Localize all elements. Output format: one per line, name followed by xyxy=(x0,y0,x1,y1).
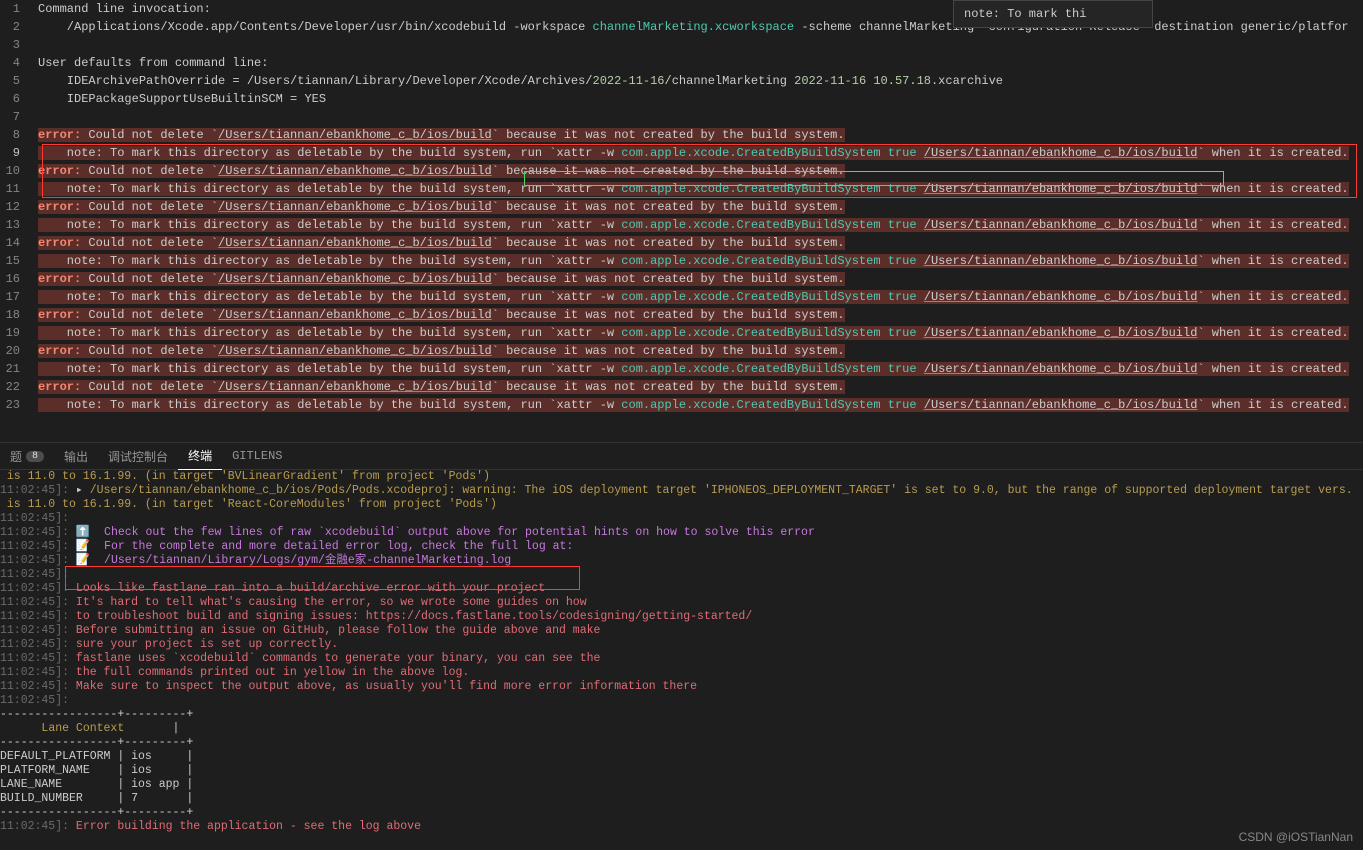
code-line[interactable]: note: To mark this directory as deletabl… xyxy=(38,288,1363,306)
terminal-line[interactable]: -----------------+---------+ xyxy=(0,708,1363,722)
terminal-line[interactable]: 11:02:45]: to troubleshoot build and sig… xyxy=(0,610,1363,624)
terminal-line[interactable]: Lane Context | xyxy=(0,722,1363,736)
line-number: 16 xyxy=(0,270,20,288)
tab-output[interactable]: 输出 xyxy=(54,442,98,470)
code-line[interactable]: note: To mark this directory as deletabl… xyxy=(38,396,1363,414)
line-number: 18 xyxy=(0,306,20,324)
terminal-line[interactable]: PLATFORM_NAME | ios | xyxy=(0,764,1363,778)
terminal-line[interactable]: -----------------+---------+ xyxy=(0,736,1363,750)
line-number: 15 xyxy=(0,252,20,270)
terminal-line[interactable]: BUILD_NUMBER | 7 | xyxy=(0,792,1363,806)
line-number: 22 xyxy=(0,378,20,396)
code-line[interactable]: note: To mark this directory as deletabl… xyxy=(38,360,1363,378)
hover-tooltip: note: To mark thi xyxy=(953,0,1153,28)
editor-pane[interactable]: 1234567891011121314151617181920212223 Co… xyxy=(0,0,1363,442)
code-line[interactable]: error: Could not delete `/Users/tiannan/… xyxy=(38,342,1363,360)
line-number: 7 xyxy=(0,108,20,126)
line-number: 4 xyxy=(0,54,20,72)
tab-problems[interactable]: 题8 xyxy=(0,442,54,470)
terminal-line[interactable]: 11:02:45]: fastlane uses `xcodebuild` co… xyxy=(0,652,1363,666)
code-line[interactable]: note: To mark this directory as deletabl… xyxy=(38,180,1363,198)
line-number: 12 xyxy=(0,198,20,216)
line-number: 14 xyxy=(0,234,20,252)
code-line[interactable]: note: To mark this directory as deletabl… xyxy=(38,144,1363,162)
terminal-line[interactable]: 11:02:45]: xyxy=(0,694,1363,708)
code-line[interactable]: error: Could not delete `/Users/tiannan/… xyxy=(38,270,1363,288)
panel-tabbar: 题8 输出 调试控制台 终端 GITLENS xyxy=(0,442,1363,470)
terminal-line[interactable]: 11:02:45]: 📝 /Users/tiannan/Library/Logs… xyxy=(0,554,1363,568)
line-numbers-gutter: 1234567891011121314151617181920212223 xyxy=(0,0,38,414)
line-number: 21 xyxy=(0,360,20,378)
tab-debug-console[interactable]: 调试控制台 xyxy=(98,442,178,470)
code-line[interactable]: error: Could not delete `/Users/tiannan/… xyxy=(38,234,1363,252)
line-number: 10 xyxy=(0,162,20,180)
terminal-line[interactable]: 11:02:45]: xyxy=(0,512,1363,526)
code-line[interactable]: IDEPackageSupportUseBuiltinSCM = YES xyxy=(38,90,1363,108)
tab-gitlens[interactable]: GITLENS xyxy=(222,442,292,470)
code-line[interactable]: IDEArchivePathOverride = /Users/tiannan/… xyxy=(38,72,1363,90)
line-number: 23 xyxy=(0,396,20,414)
watermark: CSDN @iOSTianNan xyxy=(1239,830,1353,844)
terminal-line[interactable]: 11:02:45]: the full commands printed out… xyxy=(0,666,1363,680)
line-number: 2 xyxy=(0,18,20,36)
tab-terminal[interactable]: 终端 xyxy=(178,442,222,470)
code-line[interactable]: note: To mark this directory as deletabl… xyxy=(38,252,1363,270)
terminal-line[interactable]: 11:02:45]: Before submitting an issue on… xyxy=(0,624,1363,638)
terminal-line[interactable]: 11:02:45]: sure your project is set up c… xyxy=(0,638,1363,652)
code-line[interactable]: error: Could not delete `/Users/tiannan/… xyxy=(38,306,1363,324)
line-number: 19 xyxy=(0,324,20,342)
terminal-line[interactable]: 11:02:45]: ⬆️ Check out the few lines of… xyxy=(0,526,1363,540)
problems-badge: 8 xyxy=(26,451,44,462)
terminal-pane[interactable]: is 11.0 to 16.1.99. (in target 'BVLinear… xyxy=(0,470,1363,850)
line-number: 9 xyxy=(0,144,20,162)
code-line[interactable] xyxy=(38,36,1363,54)
code-line[interactable]: User defaults from command line: xyxy=(38,54,1363,72)
terminal-line[interactable]: is 11.0 to 16.1.99. (in target 'BVLinear… xyxy=(0,470,1363,484)
code-line[interactable]: error: Could not delete `/Users/tiannan/… xyxy=(38,126,1363,144)
code-line[interactable]: error: Could not delete `/Users/tiannan/… xyxy=(38,162,1363,180)
terminal-line[interactable]: DEFAULT_PLATFORM | ios | xyxy=(0,750,1363,764)
line-number: 3 xyxy=(0,36,20,54)
line-number: 1 xyxy=(0,0,20,18)
terminal-line[interactable]: 11:02:45]: 📝 For the complete and more d… xyxy=(0,540,1363,554)
code-content[interactable]: Command line invocation: /Applications/X… xyxy=(38,0,1363,414)
line-number: 6 xyxy=(0,90,20,108)
terminal-line[interactable]: is 11.0 to 16.1.99. (in target 'React-Co… xyxy=(0,498,1363,512)
terminal-line[interactable]: 11:02:45]: Error building the applicatio… xyxy=(0,820,1363,834)
terminal-line[interactable]: 11:02:45]: Make sure to inspect the outp… xyxy=(0,680,1363,694)
code-line[interactable]: note: To mark this directory as deletabl… xyxy=(38,216,1363,234)
line-number: 20 xyxy=(0,342,20,360)
terminal-line[interactable]: 11:02:45]: xyxy=(0,568,1363,582)
line-number: 11 xyxy=(0,180,20,198)
terminal-line[interactable]: LANE_NAME | ios app | xyxy=(0,778,1363,792)
line-number: 5 xyxy=(0,72,20,90)
terminal-line[interactable]: 11:02:45]: Looks like fastlane ran into … xyxy=(0,582,1363,596)
code-line[interactable]: error: Could not delete `/Users/tiannan/… xyxy=(38,378,1363,396)
code-line[interactable]: Command line invocation: xyxy=(38,0,1363,18)
code-line[interactable]: error: Could not delete `/Users/tiannan/… xyxy=(38,198,1363,216)
terminal-line[interactable]: 11:02:45]: ▸ /Users/tiannan/ebankhome_c_… xyxy=(0,484,1363,498)
terminal-line[interactable]: -----------------+---------+ xyxy=(0,806,1363,820)
line-number: 13 xyxy=(0,216,20,234)
code-line[interactable]: note: To mark this directory as deletabl… xyxy=(38,324,1363,342)
line-number: 17 xyxy=(0,288,20,306)
line-number: 8 xyxy=(0,126,20,144)
terminal-line[interactable]: 11:02:45]: It's hard to tell what's caus… xyxy=(0,596,1363,610)
code-line[interactable]: /Applications/Xcode.app/Contents/Develop… xyxy=(38,18,1363,36)
code-line[interactable] xyxy=(38,108,1363,126)
